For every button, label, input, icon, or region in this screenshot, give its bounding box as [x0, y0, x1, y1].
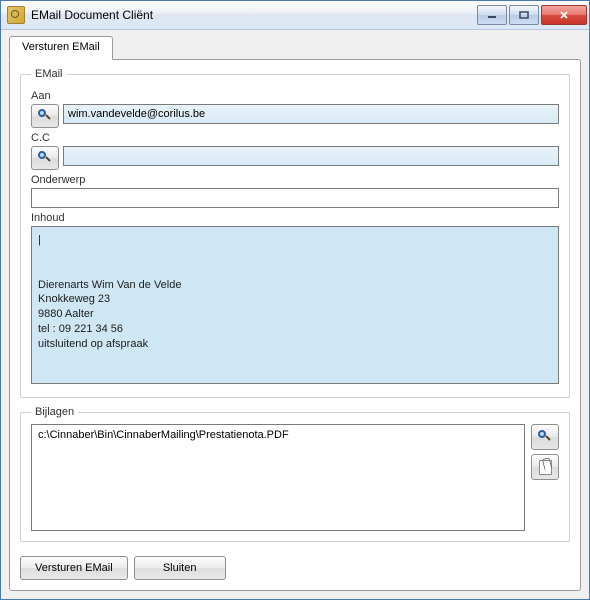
- cc-lookup-button[interactable]: [31, 146, 59, 170]
- send-button[interactable]: Versturen EMail: [20, 556, 128, 580]
- search-icon: [38, 109, 52, 123]
- cc-label: C.C: [31, 132, 559, 144]
- to-input[interactable]: [63, 104, 559, 124]
- subject-label: Onderwerp: [31, 174, 559, 186]
- search-icon: [38, 151, 52, 165]
- to-lookup-button[interactable]: [31, 104, 59, 128]
- attachment-item[interactable]: c:\Cinnaber\Bin\CinnaberMailing\Prestati…: [38, 429, 518, 441]
- group-attachments: Bijlagen c:\Cinnaber\Bin\CinnaberMailing…: [20, 406, 570, 542]
- to-label: Aan: [31, 90, 559, 102]
- app-icon: [7, 6, 25, 24]
- footer-buttons: Versturen EMail Sluiten: [20, 556, 570, 580]
- body-textarea[interactable]: [31, 226, 559, 384]
- window-title: EMail Document Cliënt: [31, 8, 477, 22]
- tab-send-email[interactable]: Versturen EMail: [9, 36, 113, 60]
- maximize-button[interactable]: [509, 5, 539, 25]
- client-area: Versturen EMail EMail Aan C.C: [1, 30, 589, 599]
- window-frame: EMail Document Cliënt Versturen EMail EM…: [0, 0, 590, 600]
- attachments-list[interactable]: c:\Cinnaber\Bin\CinnaberMailing\Prestati…: [31, 424, 525, 531]
- minimize-button[interactable]: [477, 5, 507, 25]
- subject-input[interactable]: [31, 188, 559, 208]
- group-attachments-legend: Bijlagen: [31, 406, 78, 418]
- tab-page: EMail Aan C.C Onderwerp: [9, 59, 581, 591]
- close-button[interactable]: [541, 5, 587, 25]
- close-dialog-button[interactable]: Sluiten: [134, 556, 226, 580]
- attachment-add-button[interactable]: [531, 454, 559, 480]
- search-icon: [538, 430, 552, 444]
- titlebar: EMail Document Cliënt: [1, 1, 589, 30]
- attach-icon: [539, 460, 552, 475]
- group-email: EMail Aan C.C Onderwerp: [20, 68, 570, 398]
- window-controls: [477, 5, 587, 25]
- tab-strip: Versturen EMail: [9, 36, 581, 60]
- group-email-legend: EMail: [31, 68, 67, 80]
- attachment-browse-button[interactable]: [531, 424, 559, 450]
- cc-input[interactable]: [63, 146, 559, 166]
- body-label: Inhoud: [31, 212, 559, 224]
